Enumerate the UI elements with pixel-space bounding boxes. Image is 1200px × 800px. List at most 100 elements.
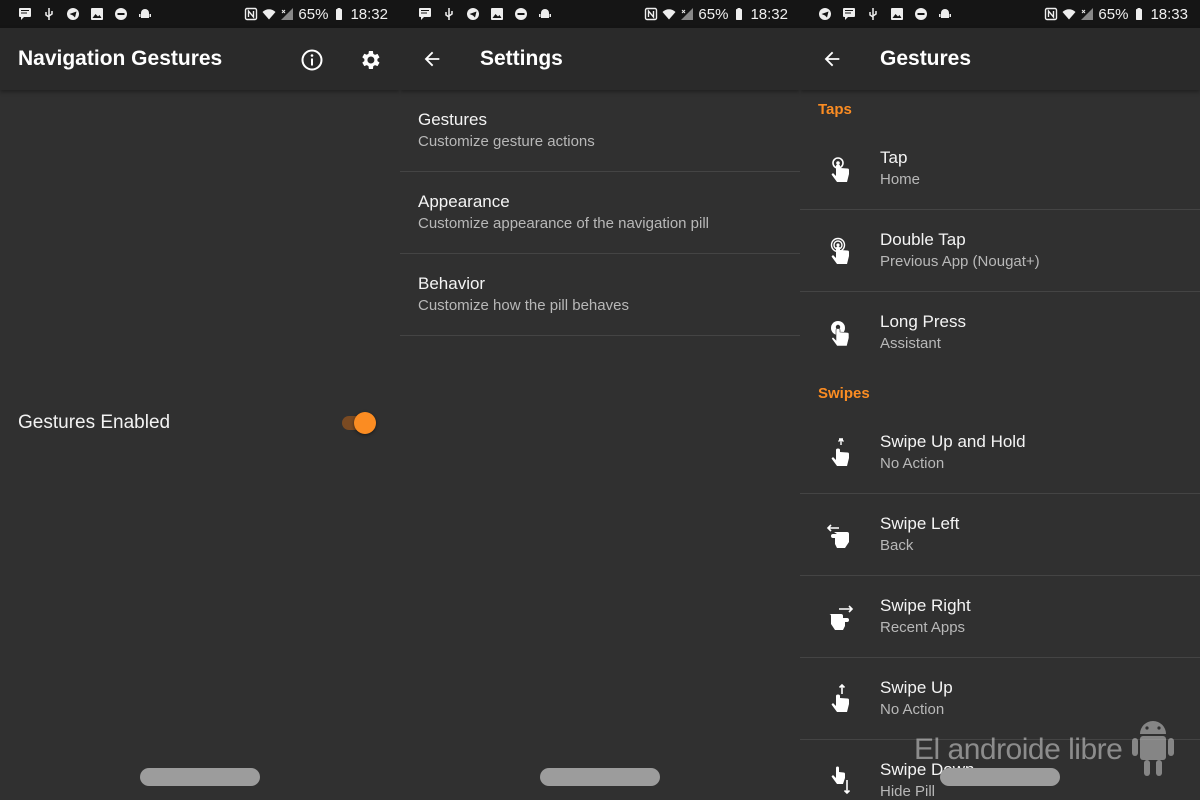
message-icon xyxy=(418,7,432,21)
swipe-left-icon xyxy=(826,523,849,548)
wifi-icon xyxy=(662,7,676,21)
image-icon xyxy=(890,7,904,21)
usb-icon xyxy=(866,7,880,21)
nfc-icon xyxy=(644,7,658,21)
swipe-up-icon xyxy=(831,683,849,712)
status-bar: 65% 18:32 xyxy=(0,0,400,28)
settings-item-behavior[interactable]: Behavior Customize how the pill behaves xyxy=(400,254,800,336)
gestures-screen: 65% 18:33 Gestures Taps Tap Home Double … xyxy=(800,0,1200,800)
gesture-item-swipe-up-hold[interactable]: Swipe Up and Hold No Action xyxy=(800,412,1200,494)
back-button[interactable] xyxy=(812,39,852,79)
section-header-swipes: Swipes xyxy=(818,384,870,402)
image-icon xyxy=(90,7,104,21)
settings-item-subtitle: Customize how the pill behaves xyxy=(418,296,629,314)
do-not-disturb-icon xyxy=(114,7,128,21)
message-icon xyxy=(842,7,856,21)
swipe-up-hold-icon xyxy=(831,437,849,466)
page-title: Gestures xyxy=(880,47,972,70)
switch-thumb xyxy=(354,412,376,434)
status-bar: 65% 18:33 xyxy=(800,0,1200,28)
navigation-pill[interactable] xyxy=(940,768,1060,786)
navigation-pill[interactable] xyxy=(540,768,660,786)
usb-icon xyxy=(42,7,56,21)
main-screen: 65% 18:32 Navigation Gestures Gestures E… xyxy=(0,0,400,800)
gesture-title: Swipe Left xyxy=(880,513,960,533)
info-icon xyxy=(301,49,323,71)
battery-icon xyxy=(1132,7,1146,21)
settings-item-gestures[interactable]: Gestures Customize gesture actions xyxy=(400,90,800,172)
settings-list: Gestures Customize gesture actions Appea… xyxy=(400,90,800,336)
gesture-title: Double Tap xyxy=(880,229,966,249)
battery-percent: 65% xyxy=(298,5,329,23)
app-bar: Navigation Gestures xyxy=(0,28,400,90)
signal-icon xyxy=(1080,7,1094,21)
arrow-back-icon xyxy=(424,51,440,67)
battery-percent: 65% xyxy=(1098,5,1129,23)
navigation-pill[interactable] xyxy=(140,768,260,786)
gestures-enabled-switch[interactable] xyxy=(340,411,378,435)
gear-icon xyxy=(362,51,380,69)
clock: 18:32 xyxy=(750,5,788,23)
gesture-item-swipe-right[interactable]: Swipe Right Recent Apps xyxy=(800,576,1200,658)
settings-screen: 65% 18:32 Settings Gestures Customize ge… xyxy=(400,0,800,800)
telegram-icon xyxy=(66,7,80,21)
arrow-back-icon xyxy=(824,51,840,67)
page-title: Navigation Gestures xyxy=(18,47,223,70)
gesture-title: Tap xyxy=(880,147,908,167)
signal-icon xyxy=(280,7,294,21)
swipe-down-icon xyxy=(831,766,851,795)
wifi-icon xyxy=(262,7,276,21)
telegram-icon xyxy=(466,7,480,21)
settings-button[interactable] xyxy=(350,40,390,80)
gesture-action: No Action xyxy=(880,700,945,718)
gesture-item-swipe-left[interactable]: Swipe Left Back xyxy=(800,494,1200,576)
gesture-action: Home xyxy=(880,170,921,188)
app-bar: Gestures xyxy=(800,28,1200,90)
gesture-action: Recent Apps xyxy=(880,618,966,636)
gesture-item-double-tap[interactable]: Double Tap Previous App (Nougat+) xyxy=(800,210,1200,292)
gestures-enabled-row[interactable]: Gestures Enabled xyxy=(0,402,400,444)
settings-item-subtitle: Customize appearance of the navigation p… xyxy=(418,214,710,232)
double-tap-icon xyxy=(830,237,849,264)
android-debug-icon xyxy=(538,7,552,21)
gesture-title: Swipe Up and Hold xyxy=(880,431,1026,451)
page-title: Settings xyxy=(480,47,563,70)
wifi-icon xyxy=(1062,7,1076,21)
gesture-title: Long Press xyxy=(880,312,966,331)
do-not-disturb-icon xyxy=(514,7,528,21)
gesture-title: Swipe Up xyxy=(880,677,953,697)
clock: 18:33 xyxy=(1150,5,1188,23)
usb-icon xyxy=(442,7,456,21)
nfc-icon xyxy=(1044,7,1058,21)
gesture-title: Swipe Right xyxy=(880,595,971,615)
gestures-enabled-label: Gestures Enabled xyxy=(18,412,171,433)
signal-icon xyxy=(680,7,694,21)
settings-item-appearance[interactable]: Appearance Customize appearance of the n… xyxy=(400,172,800,254)
info-button[interactable] xyxy=(292,40,332,80)
message-icon xyxy=(18,7,32,21)
gesture-item-long-press[interactable]: Long Press Assistant xyxy=(800,292,1200,374)
gesture-item-swipe-up[interactable]: Swipe Up No Action xyxy=(800,658,1200,740)
settings-item-title: Gestures xyxy=(418,109,487,129)
app-bar: Settings xyxy=(400,28,800,90)
gesture-action: No Action xyxy=(880,454,945,472)
long-press-icon xyxy=(831,321,850,347)
gestures-list: Taps Tap Home Double Tap Previous App (N… xyxy=(800,90,1200,800)
back-button[interactable] xyxy=(412,39,452,79)
settings-item-title: Behavior xyxy=(418,273,486,293)
settings-item-title: Appearance xyxy=(418,191,510,211)
tap-icon xyxy=(831,156,849,182)
image-icon xyxy=(490,7,504,21)
battery-icon xyxy=(332,7,346,21)
battery-percent: 65% xyxy=(698,5,729,23)
battery-icon xyxy=(732,7,746,21)
telegram-icon xyxy=(818,7,832,21)
gesture-item-tap[interactable]: Tap Home xyxy=(800,128,1200,210)
section-header-taps: Taps xyxy=(818,100,852,118)
settings-item-subtitle: Customize gesture actions xyxy=(418,132,595,150)
android-debug-icon xyxy=(138,7,152,21)
gesture-action: Back xyxy=(880,536,914,554)
status-bar: 65% 18:32 xyxy=(400,0,800,28)
nfc-icon xyxy=(244,7,258,21)
clock: 18:32 xyxy=(350,5,388,23)
